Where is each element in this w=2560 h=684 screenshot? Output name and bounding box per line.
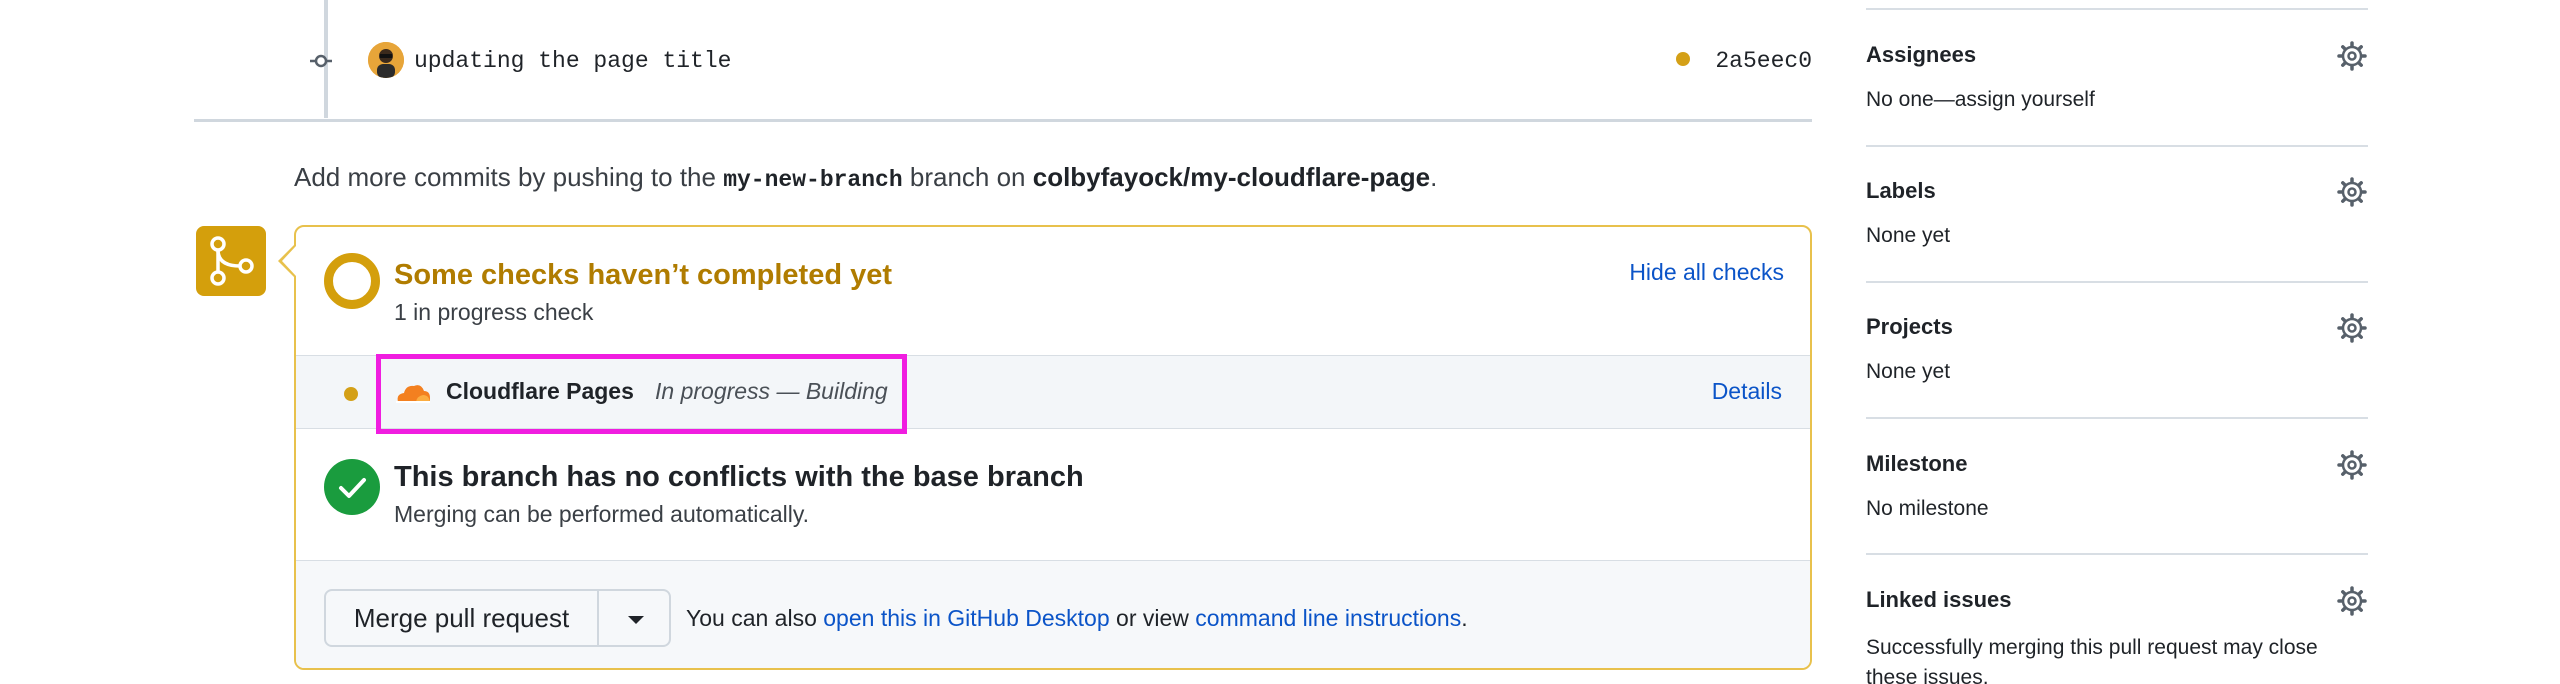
merge-note-prefix: You can also [686, 605, 824, 631]
sidebar-divider [1866, 553, 2368, 555]
check-pending-dot [344, 387, 358, 401]
sidebar-divider [1866, 8, 2368, 10]
milestone-value: No milestone [1866, 497, 1989, 520]
commit-sha[interactable]: 2a5eec0 [1715, 48, 1812, 74]
sidebar: Assignees No one—assign yourself Labels … [1866, 0, 2368, 684]
merge-box-pointer-fill [282, 246, 296, 276]
commit-message[interactable]: updating the page title [414, 48, 731, 74]
check-circle-icon [324, 459, 380, 515]
git-commit-icon [310, 54, 332, 68]
merge-method-dropdown[interactable] [597, 589, 671, 647]
hide-all-checks-link[interactable]: Hide all checks [1629, 259, 1784, 286]
push-hint-middle: branch on [902, 162, 1033, 192]
merge-note: You can also open this in GitHub Desktop… [686, 605, 1468, 632]
gear-icon[interactable] [2336, 585, 2368, 617]
check-details-link[interactable]: Details [1712, 378, 1782, 405]
cloudflare-icon [396, 385, 430, 403]
projects-title[interactable]: Projects [1866, 314, 1953, 340]
conflict-row: This branch has no conflicts with the ba… [296, 429, 1810, 561]
checks-subtitle: 1 in progress check [394, 299, 594, 325]
timeline-divider [194, 119, 1812, 122]
github-desktop-link[interactable]: open this in GitHub Desktop [823, 605, 1109, 631]
push-hint-suffix: . [1430, 162, 1438, 192]
gear-icon[interactable] [2336, 449, 2368, 481]
checks-title: Some checks haven’t completed yet [394, 259, 893, 291]
commit-status-dot[interactable] [1676, 52, 1690, 66]
sidebar-divider [1866, 145, 2368, 147]
checks-header: Some checks haven’t completed yet 1 in p… [296, 227, 1810, 355]
merge-note-middle: or view [1109, 605, 1196, 631]
sidebar-divider [1866, 417, 2368, 419]
push-hint: Add more commits by pushing to the my-ne… [294, 162, 1437, 193]
git-merge-icon [196, 226, 266, 296]
avatar[interactable] [368, 42, 404, 78]
pending-status-icon [324, 253, 380, 309]
push-hint-prefix: Add more commits by pushing to the [294, 162, 724, 192]
check-status: In progress — Building [655, 378, 888, 404]
gear-icon[interactable] [2336, 312, 2368, 344]
labels-title[interactable]: Labels [1866, 178, 1936, 204]
repo-name: colbyfayock/my-cloudflare-page [1032, 162, 1431, 192]
milestone-title[interactable]: Milestone [1866, 451, 1967, 477]
command-line-link[interactable]: command line instructions [1195, 605, 1461, 631]
check-name: Cloudflare Pages [446, 378, 634, 404]
conflict-title: This branch has no conflicts with the ba… [394, 461, 1084, 493]
labels-value: None yet [1866, 224, 1951, 247]
conflict-subtitle: Merging can be performed automatically. [394, 501, 810, 527]
assignees-value[interactable]: No one—assign yourself [1866, 88, 2095, 112]
branch-name: my-new-branch [723, 167, 903, 193]
merge-pull-request-button[interactable]: Merge pull request [324, 589, 599, 647]
commit-row: updating the page title 2a5eec0 [300, 36, 1812, 86]
linked-issues-value: Successfully merging this pull request m… [1866, 636, 2318, 684]
merge-actions: Merge pull request You can also open thi… [296, 561, 1810, 668]
linked-issues-title[interactable]: Linked issues [1866, 587, 2012, 613]
gear-icon[interactable] [2336, 176, 2368, 208]
sidebar-divider [1866, 281, 2368, 283]
assignees-title[interactable]: Assignees [1866, 42, 1976, 68]
triangle-down-icon [628, 616, 644, 624]
gear-icon[interactable] [2336, 40, 2368, 72]
merge-box: Some checks haven’t completed yet 1 in p… [294, 225, 1812, 670]
projects-value: None yet [1866, 360, 1951, 383]
check-row: Cloudflare Pages In progress — Building … [296, 354, 1810, 434]
merge-note-suffix: . [1461, 605, 1468, 631]
